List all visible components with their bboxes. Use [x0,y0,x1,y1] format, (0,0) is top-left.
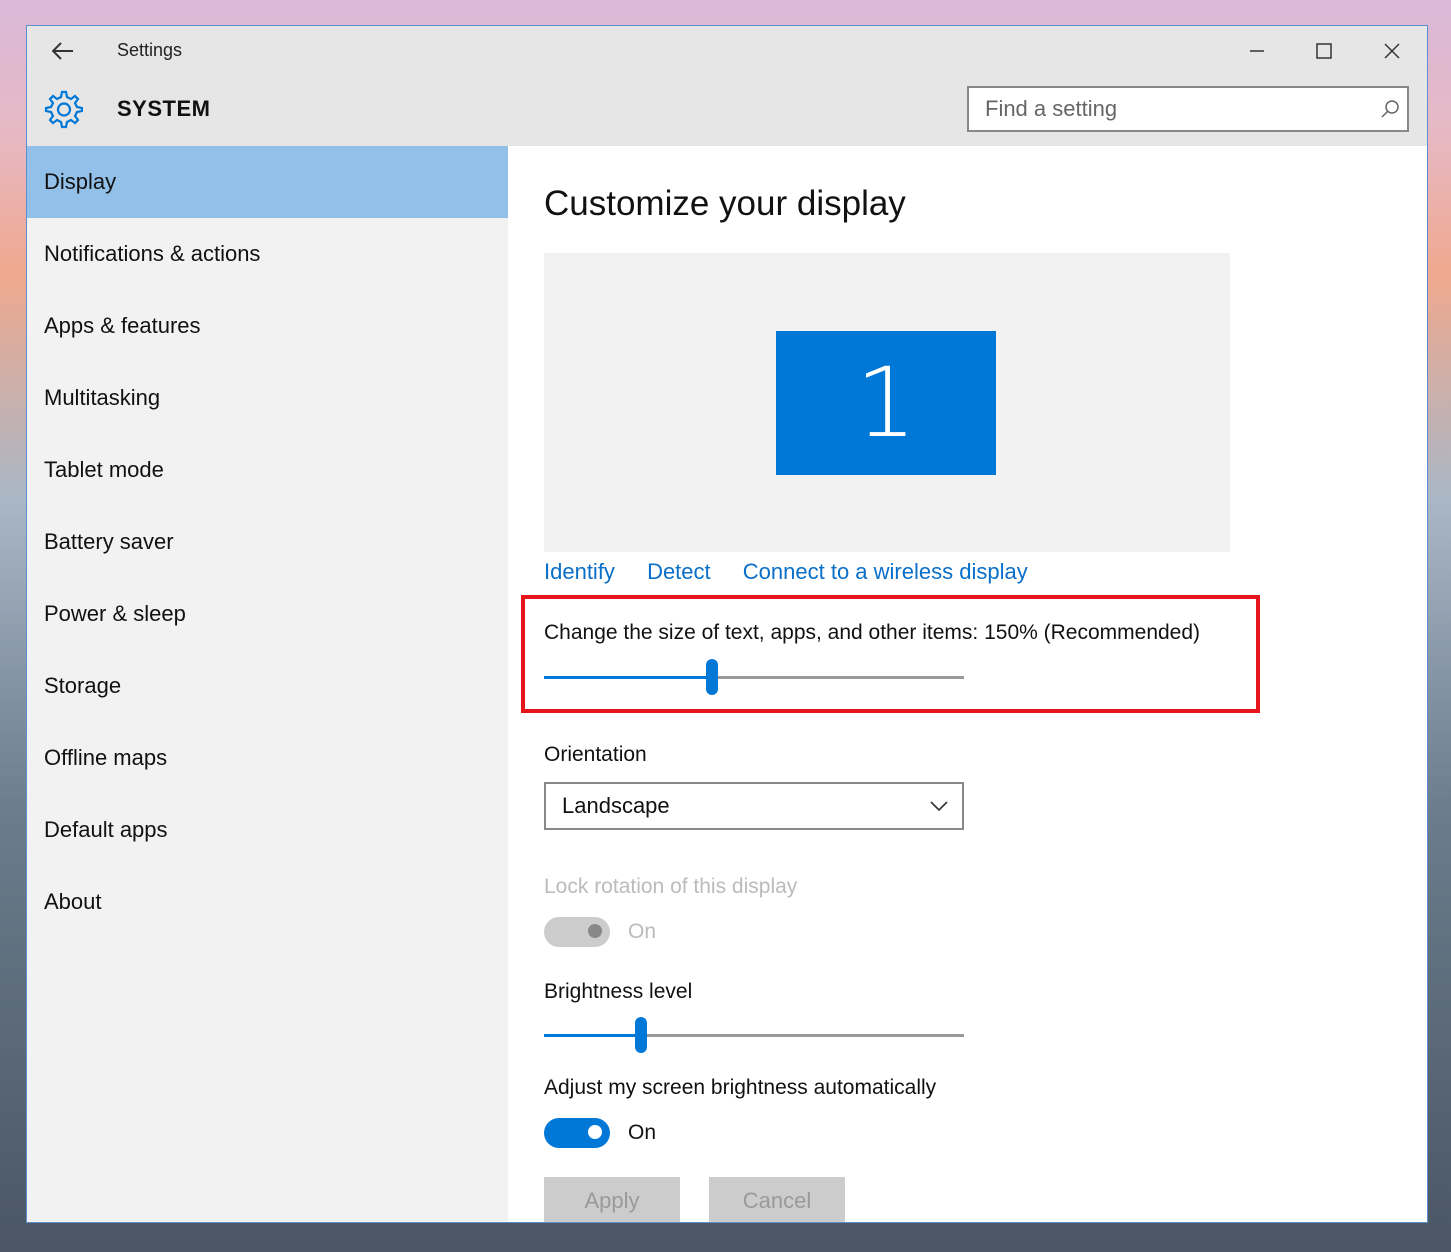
brightness-slider[interactable] [544,1017,964,1053]
orientation-value: Landscape [562,793,670,818]
sidebar-item-multitasking[interactable]: Multitasking [27,362,508,434]
apply-button[interactable]: Apply [544,1177,680,1222]
sidebar-item-notifications[interactable]: Notifications & actions [27,218,508,290]
back-button[interactable] [47,38,79,64]
sidebar-item-default-apps[interactable]: Default apps [27,794,508,866]
brightness-slider-fill [544,1034,641,1037]
close-icon [1384,43,1400,59]
sidebar-item-battery-saver[interactable]: Battery saver [27,506,508,578]
minimize-icon [1250,50,1264,52]
display-links: Identify Detect Connect to a wireless di… [544,559,1054,585]
maximize-button[interactable] [1302,36,1346,66]
brightness-label: Brightness level [544,980,693,1003]
title-bar: Settings [27,26,1427,76]
orientation-dropdown[interactable]: Landscape [544,782,964,830]
header: SYSTEM [27,76,1427,146]
sidebar-item-storage[interactable]: Storage [27,650,508,722]
auto-brightness-toggle[interactable] [544,1118,610,1148]
auto-brightness-label: Adjust my screen brightness automaticall… [544,1076,937,1099]
search-input[interactable] [969,87,1373,131]
window-title: Settings [117,40,183,60]
orientation-label: Orientation [544,743,647,766]
back-arrow-icon [52,42,73,60]
main-content: Customize your display 1 Identify Detect… [508,146,1427,1222]
cancel-button[interactable]: Cancel [709,1177,845,1222]
auto-brightness-toggle-knob [588,1125,602,1139]
scale-slider[interactable] [544,659,964,695]
sidebar: Display Notifications & actions Apps & f… [27,146,508,1222]
lock-rotation-toggle-knob [588,924,602,938]
section-title: SYSTEM [117,96,211,121]
minimize-button[interactable] [1235,36,1279,66]
brightness-slider-thumb[interactable] [634,1017,647,1053]
monitor-1[interactable]: 1 [776,331,996,475]
sidebar-item-display[interactable]: Display [27,146,508,218]
search-box[interactable] [967,86,1409,132]
connect-wireless-link[interactable]: Connect to a wireless display [743,559,1028,584]
gear-icon [44,90,83,129]
sidebar-item-offline-maps[interactable]: Offline maps [27,722,508,794]
page-title: Customize your display [544,184,906,223]
scale-slider-fill [544,676,712,679]
auto-brightness-state: On [628,1121,657,1144]
detect-link[interactable]: Detect [647,559,711,584]
monitor-arrangement: 1 [544,253,1230,552]
sidebar-item-apps-features[interactable]: Apps & features [27,290,508,362]
lock-rotation-state: On [628,920,657,943]
maximize-icon [1316,43,1332,59]
sidebar-item-about[interactable]: About [27,866,508,938]
lock-rotation-toggle[interactable] [544,917,610,947]
lock-rotation-label: Lock rotation of this display [544,875,798,898]
close-button[interactable] [1370,36,1414,66]
search-icon[interactable] [1373,88,1407,130]
highlight-annotation [521,595,1260,713]
identify-link[interactable]: Identify [544,559,615,584]
sidebar-item-power-sleep[interactable]: Power & sleep [27,578,508,650]
sidebar-item-tablet-mode[interactable]: Tablet mode [27,434,508,506]
settings-window: Settings SYSTEM Display Notifications & … [26,25,1428,1223]
scale-label: Change the size of text, apps, and other… [544,621,1201,644]
scale-slider-thumb[interactable] [706,659,718,695]
chevron-down-icon [930,801,948,811]
